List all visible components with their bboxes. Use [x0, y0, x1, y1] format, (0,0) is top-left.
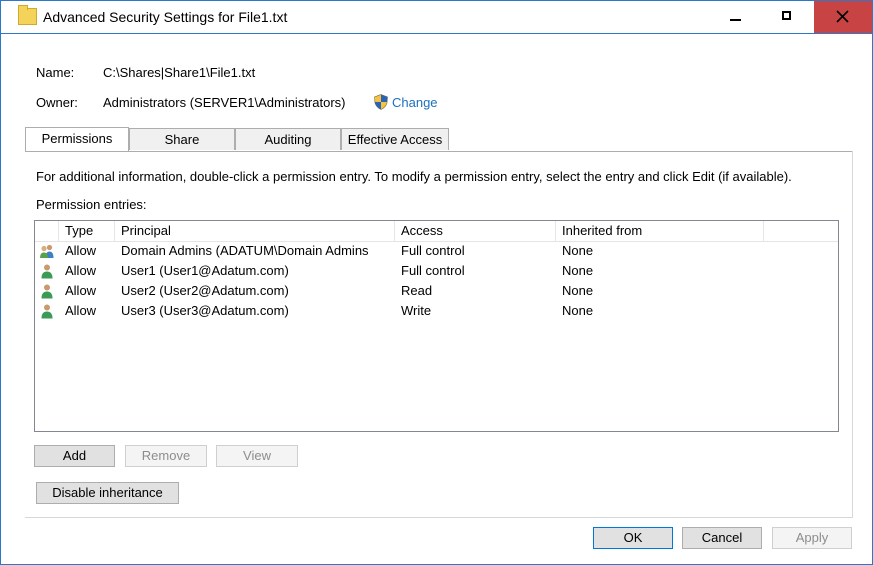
owner-value: Administrators (SERVER1\Administrators) — [103, 95, 346, 110]
entry-type: Allow — [65, 303, 97, 318]
uac-shield-icon — [374, 94, 388, 110]
entry-principal: User1 (User1@Adatum.com) — [121, 263, 289, 278]
apply-button[interactable]: Apply — [772, 527, 852, 549]
entry-access: Full control — [401, 263, 465, 278]
entry-access: Write — [401, 303, 432, 318]
column-header-principal[interactable]: Principal — [115, 221, 395, 241]
view-button[interactable]: View — [216, 445, 298, 467]
column-header-type[interactable]: Type — [59, 221, 115, 241]
permission-entries-list[interactable]: Type Principal Access Inherited from All… — [34, 220, 839, 432]
table-row[interactable]: Allow User3 (User3@Adatum.com) Write Non… — [35, 301, 838, 321]
tab-panel-border-right — [852, 151, 853, 518]
user-icon — [41, 264, 53, 279]
entry-type: Allow — [65, 243, 97, 258]
tab-panel-border — [25, 151, 853, 152]
title-bar[interactable]: Advanced Security Settings for File1.txt — [1, 1, 872, 33]
entry-access: Read — [401, 283, 433, 298]
tab-effective-access[interactable]: Effective Access — [341, 128, 449, 150]
entry-type: Allow — [65, 283, 97, 298]
folder-icon — [18, 5, 37, 25]
column-header-icon[interactable] — [35, 221, 59, 241]
entry-principal: User2 (User2@Adatum.com) — [121, 283, 289, 298]
remove-button[interactable]: Remove — [125, 445, 207, 467]
entry-principal: User3 (User3@Adatum.com) — [121, 303, 289, 318]
owner-label: Owner: — [36, 95, 78, 110]
list-header: Type Principal Access Inherited from — [35, 221, 838, 242]
column-header-inherited-from[interactable]: Inherited from — [556, 221, 764, 241]
table-row[interactable]: Allow Domain Admins (ADATUM\Domain Admin… — [35, 241, 838, 261]
maximize-icon — [782, 11, 791, 20]
add-button[interactable]: Add — [34, 445, 115, 467]
cancel-button[interactable]: Cancel — [682, 527, 762, 549]
group-icon — [40, 244, 54, 258]
table-row[interactable]: Allow User2 (User2@Adatum.com) Read None — [35, 281, 838, 301]
entry-inherited-from: None — [562, 283, 594, 298]
tab-permissions[interactable]: Permissions — [25, 127, 129, 151]
change-owner-link[interactable]: Change — [392, 95, 438, 110]
entry-inherited-from: None — [562, 303, 594, 318]
tab-share[interactable]: Share — [129, 128, 235, 150]
column-header-access[interactable]: Access — [395, 221, 556, 241]
disable-inheritance-button[interactable]: Disable inheritance — [36, 482, 179, 504]
entry-inherited-from: None — [562, 243, 594, 258]
instructions-text: For additional information, double-click… — [36, 169, 792, 184]
maximize-button[interactable] — [762, 1, 814, 33]
title-separator — [1, 33, 872, 34]
name-label: Name: — [36, 65, 75, 80]
tab-panel-border-bottom — [25, 517, 853, 518]
minimize-button[interactable] — [710, 1, 762, 33]
entry-principal: Domain Admins (ADATUM\Domain Admins — [121, 243, 369, 258]
table-row[interactable]: Allow User1 (User1@Adatum.com) Full cont… — [35, 261, 838, 281]
ok-button[interactable]: OK — [593, 527, 673, 549]
entry-type: Allow — [65, 263, 97, 278]
tab-auditing[interactable]: Auditing — [235, 128, 341, 150]
advanced-security-window: Advanced Security Settings for File1.txt… — [0, 0, 873, 565]
entry-inherited-from: None — [562, 263, 594, 278]
user-icon — [41, 284, 53, 299]
minimize-icon — [730, 19, 741, 21]
permission-entries-label: Permission entries: — [36, 197, 147, 212]
close-button[interactable] — [814, 1, 872, 33]
name-value: C:\Shares|Share1\File1.txt — [103, 65, 256, 80]
entry-access: Full control — [401, 243, 465, 258]
user-icon — [41, 304, 53, 319]
window-title: Advanced Security Settings for File1.txt — [43, 9, 288, 25]
close-icon — [836, 10, 849, 23]
